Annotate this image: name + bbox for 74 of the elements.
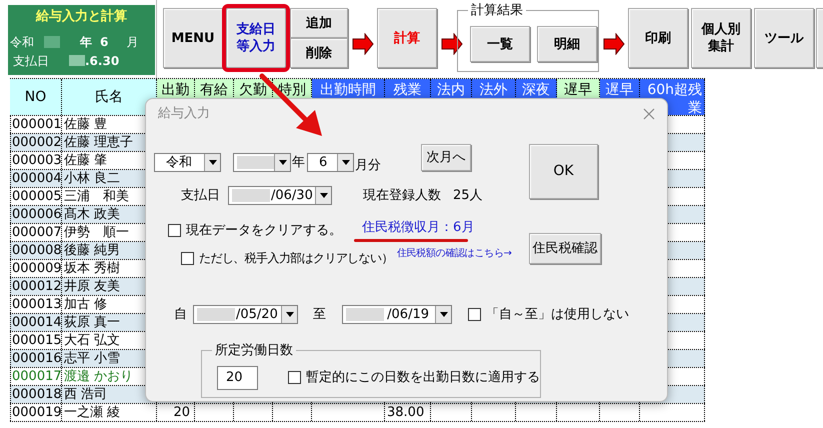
- checkbox-label: 暫定的にこの日数を出勤日数に適用する: [306, 368, 540, 387]
- toolbar-button[interactable]: 個人別集計: [691, 8, 751, 68]
- employee-number: 000016: [10, 350, 62, 367]
- employee-number: 000019: [10, 404, 62, 421]
- dropdown-value: /06/19: [387, 306, 430, 324]
- checkbox[interactable]: [181, 252, 194, 264]
- employee-number: 000015: [10, 332, 62, 349]
- toolbar-button[interactable]: MENU: [163, 8, 223, 68]
- year-unit: 年: [80, 34, 92, 50]
- ok-button[interactable]: OK: [529, 144, 598, 199]
- pay-date: .6.30: [85, 52, 120, 70]
- dropdown[interactable]: /05/20: [193, 305, 298, 324]
- employee-number: 000009: [10, 260, 62, 277]
- arrow-icon: [441, 33, 463, 55]
- resident-tax-hint: 住民税額の確認はこちら→: [396, 246, 512, 261]
- month-unit: 月分: [355, 156, 381, 174]
- employee-name: 一之瀬 綾: [62, 404, 157, 421]
- cell-value: 20: [172, 404, 191, 421]
- resident-tax-month: 住民税徴収月：6月: [362, 218, 474, 236]
- month-unit: 月: [126, 34, 138, 50]
- input-field[interactable]: 20: [217, 366, 258, 390]
- dropdown-value: 令和: [165, 154, 193, 172]
- dropdown-value: /06/30: [271, 187, 314, 205]
- employee-number: 000018: [10, 386, 62, 403]
- checkbox-label: 「自～至」は使用しない: [486, 306, 629, 324]
- employee-number: 000004: [10, 170, 62, 187]
- dropdown[interactable]: /06/19: [342, 305, 452, 324]
- pay-date-label: 支払日: [13, 52, 49, 70]
- employee-number: 000002: [10, 134, 62, 151]
- toolbar-button[interactable]: ツール: [754, 8, 814, 68]
- registered-count: 25人: [453, 187, 483, 205]
- year-unit: 年: [292, 154, 305, 172]
- employee-number: 000001: [10, 116, 62, 133]
- arrow-icon: [603, 33, 625, 55]
- pay-date-label: 支払日: [181, 187, 220, 205]
- panel-title: 給与入力と計算: [34, 8, 128, 26]
- employee-number: 000008: [10, 242, 62, 259]
- dropdown-value: 6: [318, 154, 328, 172]
- employee-number: 000012: [10, 278, 62, 295]
- toolbar-button[interactable]: 計算: [377, 8, 437, 68]
- employee-number: 000017: [10, 368, 62, 385]
- dropdown[interactable]: 6: [307, 153, 354, 172]
- column-header: NO: [10, 79, 62, 115]
- employee-number: 000003: [10, 152, 62, 169]
- month-value: 6: [100, 34, 108, 50]
- employee-number: 000013: [10, 296, 62, 313]
- toolbar-button[interactable]: 一覧: [470, 26, 530, 62]
- checkbox-label: 現在データをクリアする。: [186, 222, 342, 240]
- to-label: 至: [313, 306, 326, 324]
- toolbar-button[interactable]: 追加: [290, 8, 348, 38]
- resident-tax-button[interactable]: 住民税確認: [529, 233, 601, 264]
- next-month-button[interactable]: 次月へ: [421, 144, 471, 171]
- close-icon[interactable]: [643, 108, 655, 120]
- toolbar-button[interactable]: 削除: [290, 38, 348, 68]
- arrow-icon: [352, 33, 374, 55]
- toolbar-button[interactable]: 印刷: [628, 8, 688, 68]
- cell-value: 38.00: [386, 404, 426, 421]
- era-label: 令和: [10, 34, 34, 50]
- registered-count-label: 現在登録人数: [363, 187, 441, 205]
- dropdown-value: /05/20: [236, 306, 279, 324]
- dropdown[interactable]: 令和: [154, 153, 221, 172]
- checkbox[interactable]: [288, 371, 301, 384]
- employee-number: 000007: [10, 224, 62, 241]
- dropdown[interactable]: /06/30: [228, 186, 332, 206]
- checkbox[interactable]: [168, 224, 181, 237]
- employee-number: 000014: [10, 314, 62, 331]
- from-label: 自: [174, 306, 187, 324]
- checkbox[interactable]: [468, 308, 481, 322]
- employee-number: 000005: [10, 188, 62, 205]
- checkbox-label: ただし、税手入力部はクリアしない）: [199, 250, 393, 267]
- column-header: 氏名: [62, 79, 157, 115]
- toolbar-button[interactable]: 明細: [537, 26, 597, 62]
- dropdown[interactable]: [233, 153, 291, 172]
- employee-number: 000006: [10, 206, 62, 223]
